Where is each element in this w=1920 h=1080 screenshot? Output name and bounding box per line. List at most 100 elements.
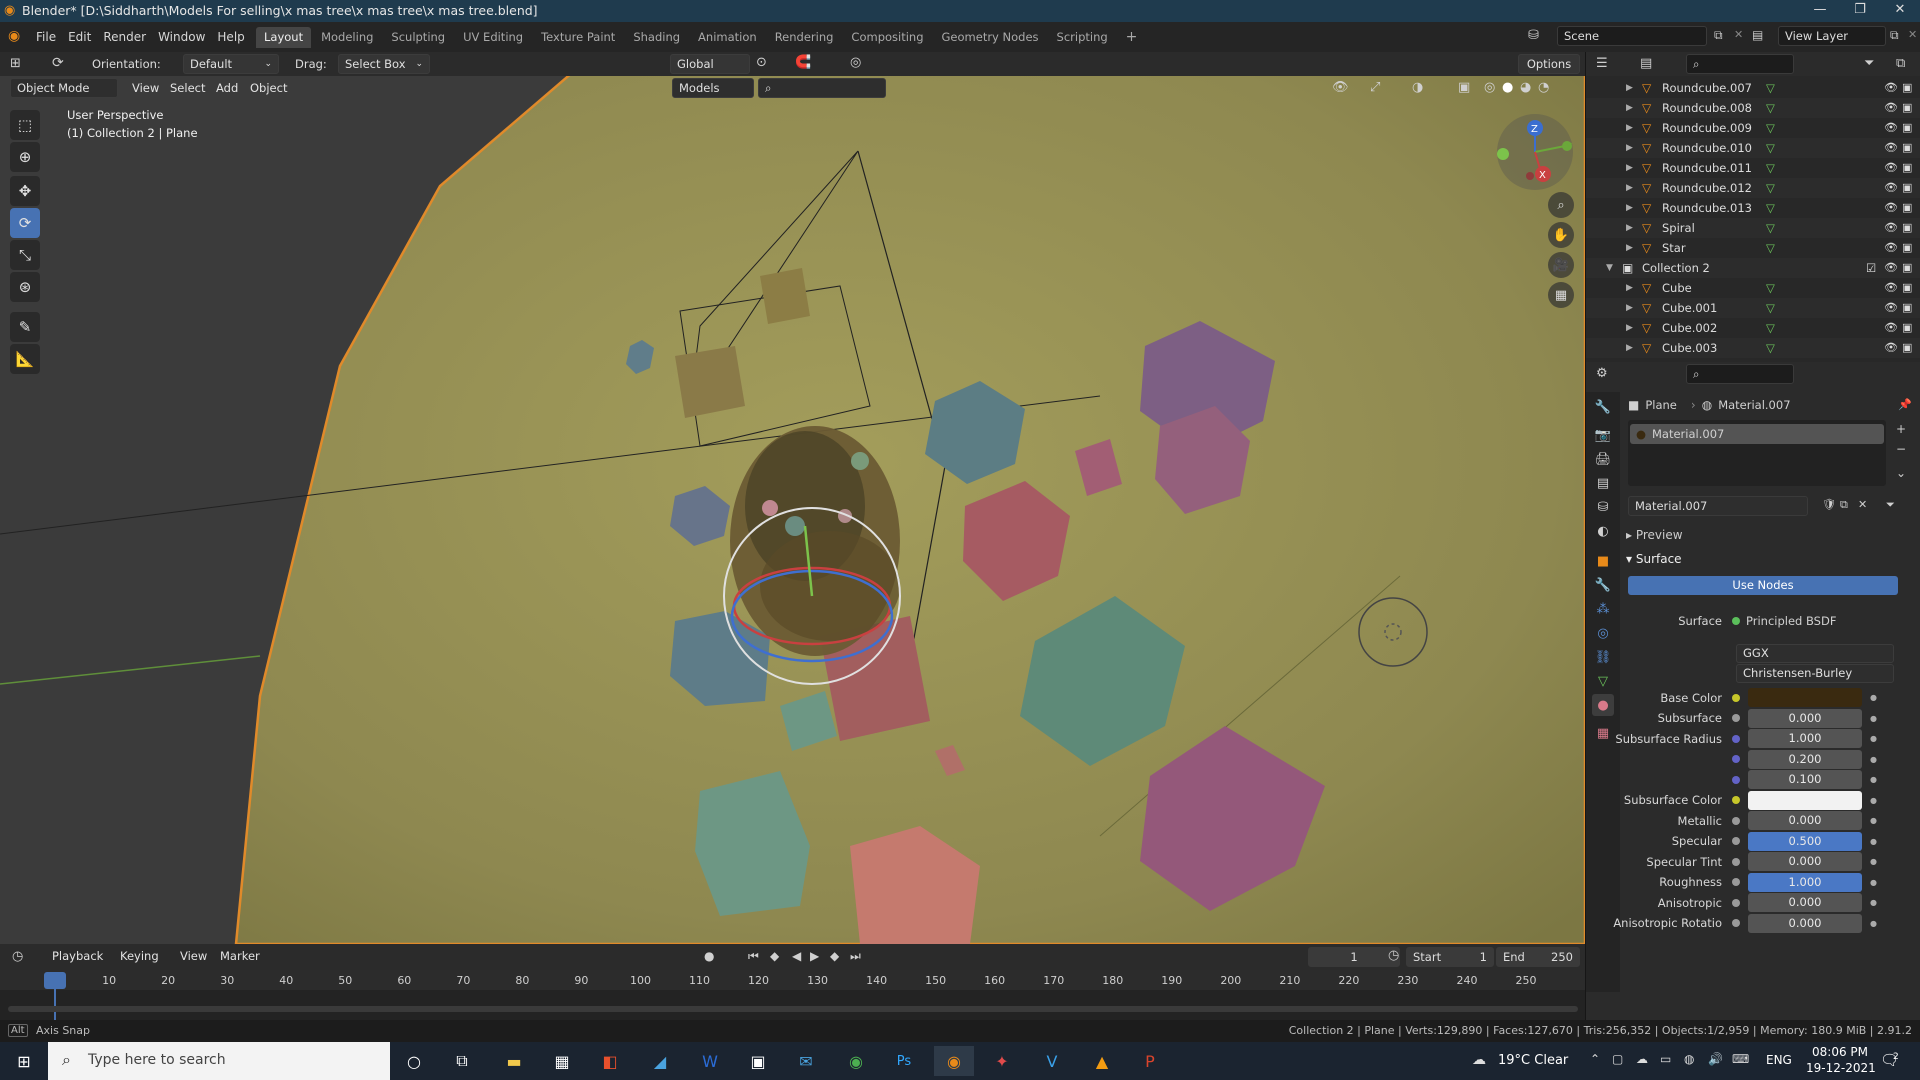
select-box-tool[interactable]: ⬚ <box>10 110 40 140</box>
xray-icon[interactable]: ▣ <box>1458 80 1470 95</box>
tab-animation[interactable]: Animation <box>690 27 765 48</box>
number-field[interactable]: 0.500 <box>1748 831 1862 851</box>
number-field[interactable]: 1.000 <box>1748 872 1862 892</box>
output-tab[interactable]: 🖨 <box>1592 448 1614 470</box>
expand-right-icon[interactable]: ▶ <box>1626 138 1633 158</box>
outliner-item[interactable]: ▶ ▽ Roundcube.007 ▽ 👁 ▣ <box>1586 78 1920 98</box>
new-collection-icon[interactable]: ⧉ <box>1896 56 1905 71</box>
expand-right-icon[interactable]: ▶ <box>1626 98 1633 118</box>
display-mode-icon[interactable]: ▤ <box>1640 56 1652 71</box>
material-slot-list[interactable]: ● Material.007 <box>1628 420 1886 486</box>
render-visibility-icon[interactable]: ▣ <box>1902 138 1912 158</box>
maximize-button[interactable]: ❐ <box>1840 2 1880 17</box>
add-slot-icon[interactable]: + <box>1896 422 1906 436</box>
fake-user-icon[interactable]: 🛡 <box>1822 498 1836 511</box>
expand-right-icon[interactable]: ▶ <box>1626 178 1633 198</box>
language-indicator[interactable]: ENG <box>1766 1053 1792 1067</box>
ortho-toggle-button[interactable]: ▦ <box>1548 282 1574 308</box>
eye-icon[interactable]: 👁 <box>1884 298 1898 318</box>
menu-object[interactable]: Object <box>244 79 293 97</box>
tab-shading[interactable]: Shading <box>625 27 688 48</box>
app-button[interactable]: ◢ <box>640 1046 680 1076</box>
network-icon[interactable]: ◍ <box>1684 1052 1694 1066</box>
solid-shading-icon[interactable]: ● <box>1502 80 1513 95</box>
eye-icon[interactable]: 👁 <box>1884 318 1898 338</box>
render-visibility-icon[interactable]: ▣ <box>1902 118 1912 138</box>
material-datablock[interactable]: Material.007 <box>1628 496 1808 516</box>
pan-button[interactable]: ✋ <box>1548 222 1574 248</box>
outliner-item[interactable]: ▶ ▽ Star ▽ 👁 ▣ <box>1586 238 1920 258</box>
tool-tab[interactable]: 🔧 <box>1592 396 1614 418</box>
clock-date[interactable]: 19-12-2021 <box>1806 1061 1876 1075</box>
outliner-item[interactable]: ▶ ▽ Cube ▽ 👁 ▣ <box>1586 278 1920 298</box>
transform-orientation-dropdown[interactable]: Global <box>670 54 750 74</box>
wireframe-shading-icon[interactable]: ◎ <box>1484 80 1495 95</box>
drag-dropdown[interactable]: Select Box ⌄ <box>338 54 430 74</box>
expand-right-icon[interactable]: ▶ <box>1626 158 1633 178</box>
object-tab[interactable]: ■ <box>1592 550 1614 572</box>
world-tab[interactable]: ◐ <box>1592 520 1614 542</box>
outliner-item[interactable]: ▶ ▽ Roundcube.012 ▽ 👁 ▣ <box>1586 178 1920 198</box>
render-tab[interactable]: 📷 <box>1592 424 1614 446</box>
close-button[interactable]: ✕ <box>1880 2 1920 17</box>
render-visibility-icon[interactable]: ▣ <box>1902 338 1912 358</box>
menu-window[interactable]: Window <box>152 27 211 47</box>
expand-right-icon[interactable]: ▶ <box>1626 298 1633 318</box>
eye-icon[interactable]: 👁 <box>1884 118 1898 138</box>
expand-right-icon[interactable]: ▶ <box>1626 318 1633 338</box>
pivot-point-icon[interactable]: ⊙ <box>756 55 767 70</box>
current-frame-field[interactable]: 1 <box>1308 947 1400 967</box>
expand-right-icon[interactable]: ▶ <box>1626 118 1633 138</box>
keyframe-dot-icon[interactable]: ● <box>1870 734 1877 743</box>
expand-right-icon[interactable]: ▶ <box>1626 338 1633 358</box>
cortana-button[interactable]: ○ <box>394 1046 434 1076</box>
number-field[interactable]: 0.000 <box>1748 893 1862 912</box>
number-field[interactable]: 0.000 <box>1748 913 1862 933</box>
keyframe-dot-icon[interactable]: ● <box>1870 796 1877 805</box>
menu-edit[interactable]: Edit <box>62 27 97 47</box>
timeline-scrollbar[interactable] <box>8 1006 1578 1012</box>
file-explorer-button[interactable]: ▬ <box>494 1046 534 1076</box>
delete-scene-icon[interactable]: ✕ <box>1734 28 1743 41</box>
menu-help[interactable]: Help <box>211 27 250 47</box>
playhead[interactable] <box>44 972 66 989</box>
viewport-search-field[interactable]: ⌕ <box>758 78 886 98</box>
menu-select[interactable]: Select <box>164 79 211 97</box>
outliner-item[interactable]: ▶ ▽ Cube.003 ▽ 👁 ▣ <box>1586 338 1920 358</box>
outliner-item[interactable]: ▶ ▽ Roundcube.009 ▽ 👁 ▣ <box>1586 118 1920 138</box>
record-icon[interactable]: ● <box>704 949 714 963</box>
render-visibility-icon[interactable]: ▣ <box>1902 318 1912 338</box>
render-visibility-icon[interactable]: ▣ <box>1902 198 1912 218</box>
menu-keying[interactable]: Keying <box>114 947 165 965</box>
surface-section[interactable]: ▾ Surface <box>1626 552 1682 566</box>
tab-layout[interactable]: Layout <box>256 27 312 48</box>
number-field[interactable]: 0.000 <box>1748 708 1862 728</box>
jump-end-icon[interactable]: ⏭ <box>850 949 861 964</box>
outliner-item[interactable]: ▶ ▽ Roundcube.013 ▽ 👁 ▣ <box>1586 198 1920 218</box>
mode-dropdown[interactable]: Object Mode <box>10 78 118 98</box>
keyframe-dot-icon[interactable]: ● <box>1870 837 1877 846</box>
menu-marker[interactable]: Marker <box>214 947 266 965</box>
tab-rendering[interactable]: Rendering <box>767 27 842 48</box>
keyframe-dot-icon[interactable]: ● <box>1870 857 1877 866</box>
eye-icon[interactable]: 👁 <box>1884 78 1898 98</box>
powerpoint-button[interactable]: P <box>1130 1046 1170 1076</box>
modifiers-tab[interactable]: 🔧 <box>1592 574 1614 596</box>
snap-icon[interactable]: 🧲 <box>795 55 811 70</box>
expand-right-icon[interactable]: ▶ <box>1626 78 1633 98</box>
browse-material-icon[interactable]: ⏷ <box>1886 498 1895 512</box>
menu-playback[interactable]: Playback <box>46 947 109 965</box>
eye-icon[interactable]: 👁 <box>1884 218 1898 238</box>
timeline-editor-icon[interactable]: ◷ <box>12 949 23 964</box>
render-visibility-icon[interactable]: ▣ <box>1902 218 1912 238</box>
frame-ruler[interactable]: 1102030405060708090100110120130140150160… <box>0 970 1585 990</box>
duplicate-icon[interactable]: ⧉ <box>1840 498 1848 512</box>
add-workspace-button[interactable]: + <box>1118 27 1146 48</box>
play-reverse-icon[interactable]: ◀ <box>792 949 801 963</box>
transform-tool[interactable]: ⊛ <box>10 272 40 302</box>
distribution-dropdown[interactable]: GGX <box>1736 644 1894 663</box>
app2-button[interactable]: ▣ <box>738 1046 778 1076</box>
overlays-icon[interactable]: ◑ <box>1412 80 1423 95</box>
volume-icon[interactable]: 🔊 <box>1708 1052 1723 1066</box>
render-visibility-icon[interactable]: ▣ <box>1902 178 1912 198</box>
